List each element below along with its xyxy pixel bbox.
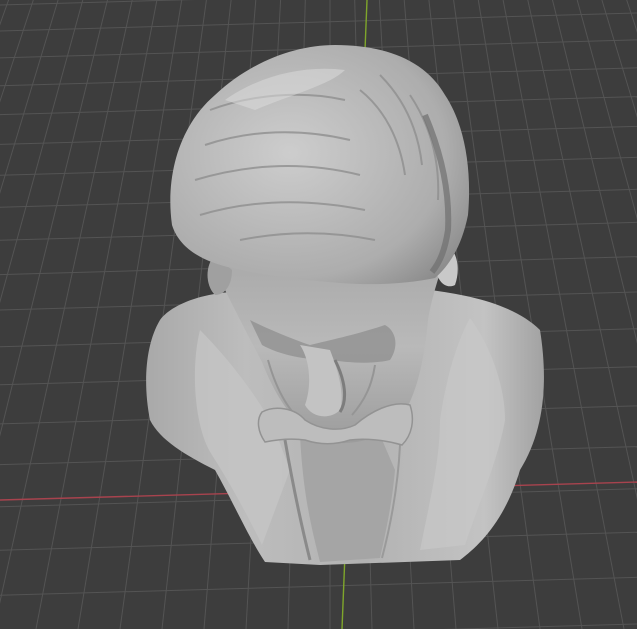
viewport-canvas[interactable] <box>0 0 637 629</box>
grid-line <box>0 0 84 304</box>
grid-line <box>0 0 133 605</box>
grid-line <box>0 576 637 596</box>
grid-line <box>35 0 158 629</box>
grid-line <box>0 12 637 32</box>
grid-line <box>0 0 195 6</box>
sculpted-bust[interactable] <box>146 45 544 565</box>
grid-line <box>626 0 637 33</box>
grid-line <box>576 0 637 220</box>
3d-viewport[interactable] <box>0 0 637 629</box>
grid-line <box>0 0 59 194</box>
grid-line <box>0 0 34 103</box>
grid-line <box>442 623 637 629</box>
grid-line <box>601 0 637 118</box>
grid-line <box>0 0 10 26</box>
